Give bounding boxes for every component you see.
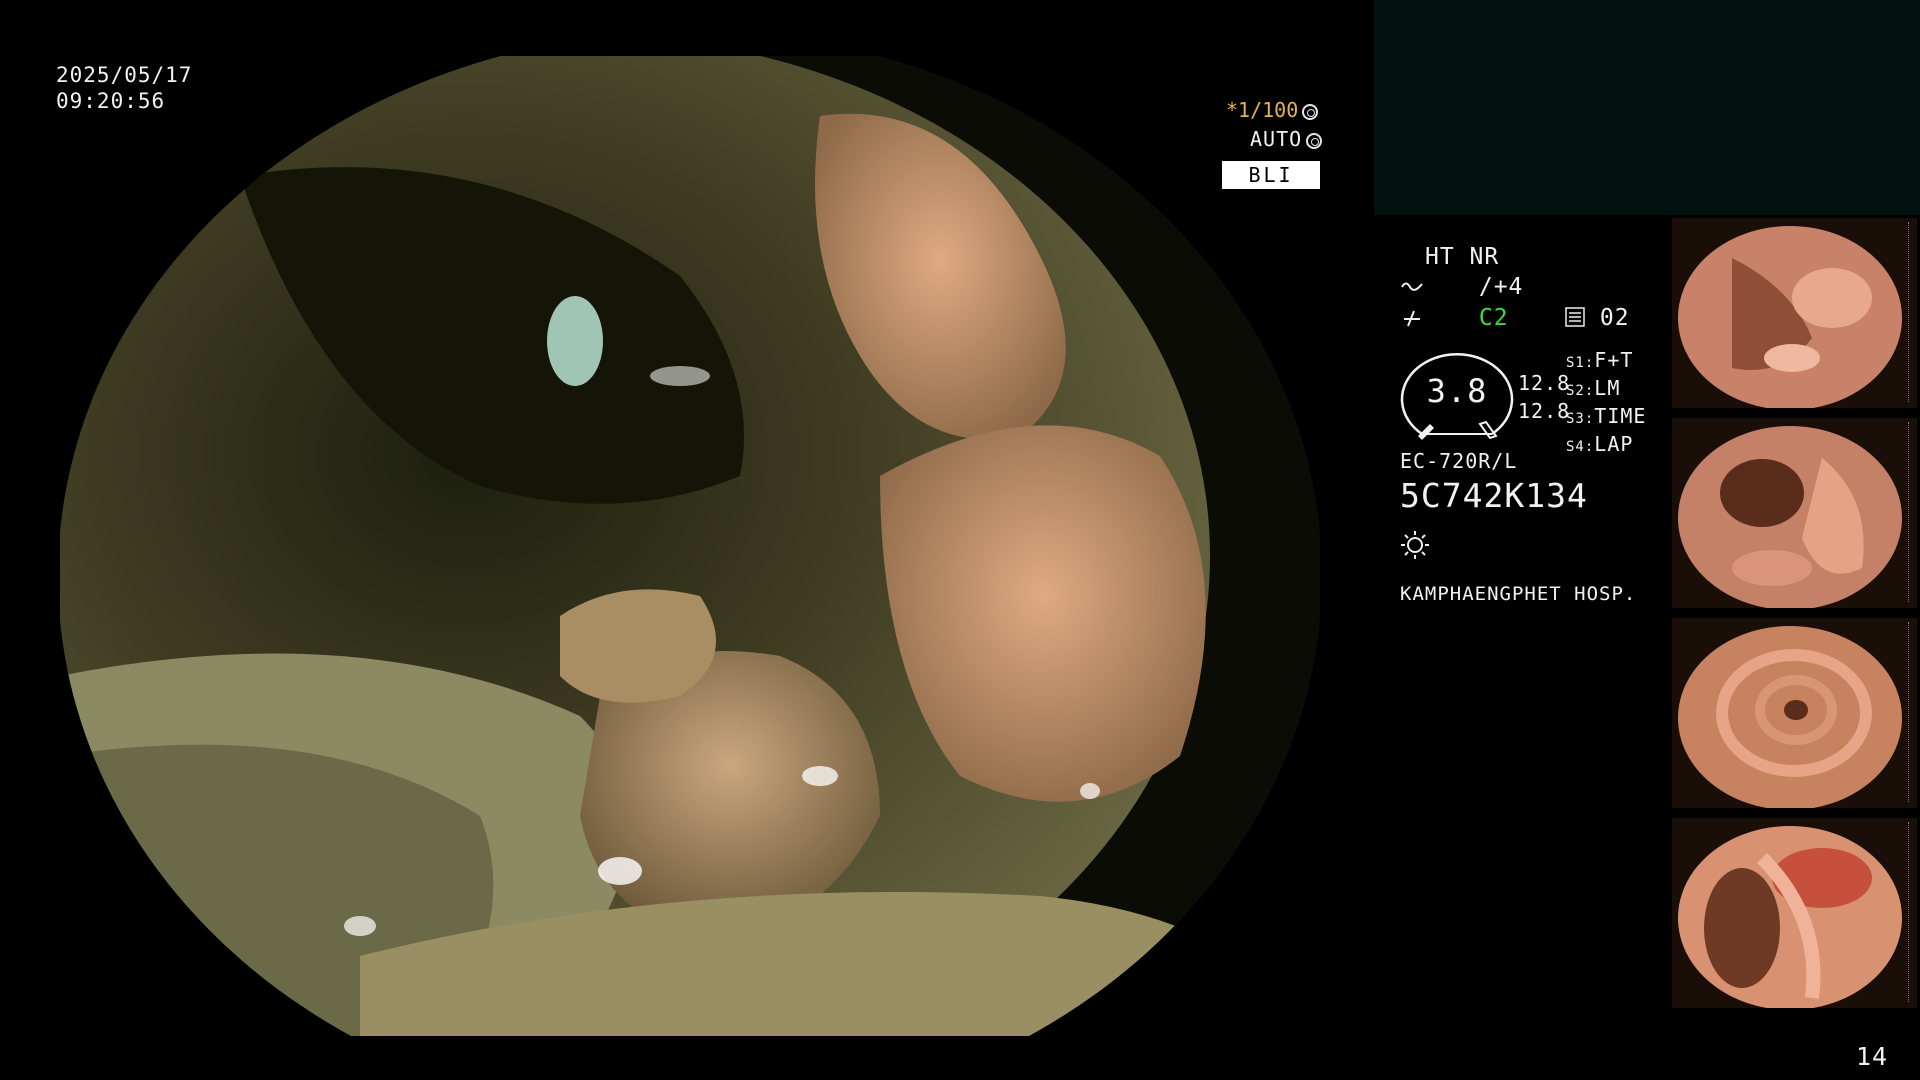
readout-2: 12.8 <box>1518 399 1571 423</box>
time-text: 09:20:56 <box>56 89 166 113</box>
date-text: 2025/05/17 <box>56 63 193 87</box>
switch-list: S1:F+T S2:LM S3:TIME S4:LAP <box>1566 348 1646 460</box>
zoom-value: 3.8 <box>1426 372 1488 410</box>
ht-nr-label: HT NR <box>1425 244 1500 270</box>
thumbnail[interactable] <box>1672 818 1917 1008</box>
thumbnail[interactable] <box>1672 418 1917 608</box>
shutter-text: *1/100 <box>1226 98 1299 122</box>
scope-model: EC-720R/L <box>1400 449 1518 473</box>
scope-serial: 5C742K134 <box>1400 476 1588 515</box>
auto-text: AUTO <box>1250 127 1303 151</box>
frame-counter-icon <box>1565 307 1585 327</box>
frame-counter: 02 <box>1565 305 1630 331</box>
color-row: C2 <box>1400 305 1509 331</box>
datetime-display: 2025/05/17 09:20:56 <box>56 62 192 114</box>
thumbnail[interactable] <box>1672 218 1917 408</box>
switch-item: S2:LM <box>1566 376 1621 400</box>
structure-icon <box>1401 282 1423 291</box>
color-value: C2 <box>1478 305 1509 331</box>
structure-row: /+4 <box>1400 274 1523 300</box>
endoscope-view <box>58 36 1320 1076</box>
thumbnail[interactable] <box>1672 618 1917 808</box>
readouts: 12.8 12.8 <box>1518 369 1570 425</box>
page-number: 14 <box>1856 1042 1889 1071</box>
auto-iris: AUTO <box>1250 127 1323 151</box>
hospital-name: KAMPHAENGPHET HOSP. <box>1400 583 1637 605</box>
readout-1: 12.8 <box>1518 371 1571 395</box>
brightness-icon <box>1401 531 1429 559</box>
shutter-icon <box>1302 104 1319 120</box>
switch-item: S4:LAP <box>1566 432 1634 456</box>
switch-item: S3:TIME <box>1566 404 1647 428</box>
switch-item: S1:F+T <box>1566 348 1634 372</box>
bli-mode-badge: BLI <box>1222 161 1320 189</box>
iris-icon <box>1306 133 1323 149</box>
top-right-panel <box>1374 0 1920 215</box>
shutter-speed: *1/100 <box>1226 98 1319 122</box>
structure-value: /+4 <box>1478 274 1524 300</box>
frame-counter-value: 02 <box>1599 305 1630 331</box>
color-icon <box>1404 310 1420 327</box>
